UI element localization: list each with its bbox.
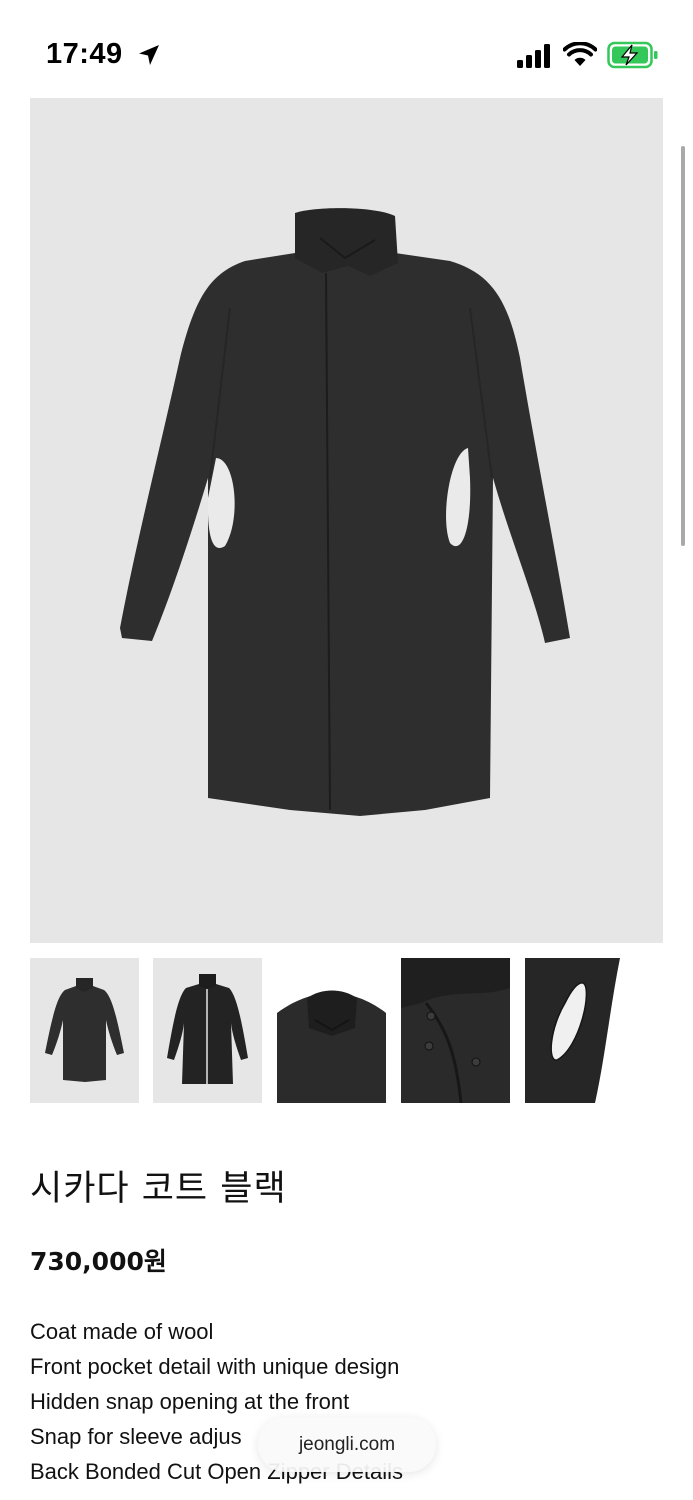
coat-illustration	[30, 98, 663, 943]
description-line: Hidden snap opening at the front	[30, 1389, 350, 1414]
status-time: 17:49	[46, 38, 123, 70]
pocket-closeup-thumb	[525, 958, 634, 1103]
description-line: Coat made of wool	[30, 1319, 214, 1344]
collar-closeup-thumb	[277, 958, 386, 1103]
thumbnail-2[interactable]	[153, 958, 262, 1103]
status-bar: 17:49	[0, 0, 693, 98]
cellular-signal-icon	[517, 44, 550, 68]
coat-open-thumb	[153, 958, 262, 1103]
description-line: Front pocket detail with unique design	[30, 1354, 400, 1379]
battery-charging-icon	[607, 41, 658, 69]
page-scrollbar[interactable]	[681, 146, 685, 546]
coat-front-thumb	[30, 958, 139, 1103]
thumbnail-5[interactable]	[525, 958, 634, 1103]
snap-closeup-thumb	[401, 958, 510, 1103]
product-title: 시카다 코트 블랙	[30, 1169, 287, 1209]
thumbnail-1[interactable]	[30, 958, 139, 1103]
product-price: 730,000원	[30, 1247, 167, 1276]
thumbnail-3[interactable]	[277, 958, 386, 1103]
wifi-icon	[563, 42, 597, 66]
browser-url-bar[interactable]: jeongli.com	[258, 1417, 436, 1472]
product-main-image[interactable]	[30, 98, 663, 943]
thumbnail-4[interactable]	[401, 958, 510, 1103]
location-arrow-icon	[139, 45, 159, 65]
url-text: jeongli.com	[298, 1433, 396, 1455]
